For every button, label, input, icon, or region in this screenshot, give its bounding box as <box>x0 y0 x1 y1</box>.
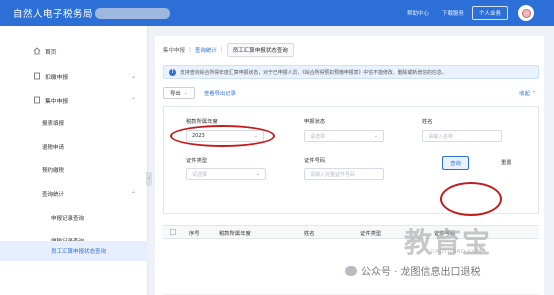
sidebar-item-home[interactable]: 首页 <box>0 41 148 61</box>
notice-text: 支持查询综合所得年度汇算申报状态，对于已申报人员，《综合所得预扣预缴申报表》中信… <box>180 69 447 76</box>
file-icon <box>33 96 41 104</box>
chevron-down-icon: ⌄ <box>183 90 188 96</box>
chevron-down-icon: ⌄ <box>255 171 260 177</box>
sidebar-item-query-stats[interactable]: 查询统计 ⌃ <box>0 184 148 204</box>
watermark-caption: 公众号 · 龙图信息出口退税 <box>345 263 481 278</box>
reset-button[interactable]: 重置 <box>501 158 512 166</box>
chevron-up-icon: ⌃ <box>130 96 136 104</box>
sidebar: 首页 扣缴申报 ⌄ 集中申报 ⌃ 报表填报 退税申请 预约缴税 查询统计 ⌃ 申… <box>0 26 148 295</box>
column-header-name: 姓名 <box>304 231 315 237</box>
annotation-oval-tax-year <box>170 125 275 147</box>
help-center-link[interactable]: 帮助中心 <box>407 9 429 17</box>
name-label: 姓名 <box>422 119 433 125</box>
sidebar-item-label: 查询统计 <box>42 192 65 198</box>
sidebar-item-label: 首页 <box>45 49 57 56</box>
column-header-id-type: 证件类型 <box>360 231 382 237</box>
id-type-label: 证件类型 <box>186 158 208 164</box>
file-icon <box>33 72 41 80</box>
declare-status-select[interactable]: 请选择 ⌄ <box>304 130 384 142</box>
watermark-caption-text: 公众号 · 龙图信息出口退税 <box>361 267 481 278</box>
declare-status-label: 申报状态 <box>304 119 326 125</box>
tax-year-label: 税款所属年度 <box>186 119 218 125</box>
chevron-down-icon: ⌄ <box>130 72 136 80</box>
annotation-oval-query <box>440 182 502 216</box>
wechat-icon <box>345 265 357 276</box>
sidebar-item-withholding[interactable]: 扣缴申报 ⌄ <box>0 66 148 86</box>
chevron-up-icon: ⌃ <box>130 190 136 198</box>
breadcrumb-item[interactable]: 查询统计 <box>195 46 217 54</box>
sidebar-item-declare-records[interactable]: 申报记录查询 <box>0 208 148 228</box>
view-export-records-link[interactable]: 查看导出记录 <box>204 89 236 97</box>
redacted-company-name <box>95 7 171 19</box>
column-header-tax-year: 税款所属年度 <box>219 231 251 237</box>
sidebar-item-label: 扣缴申报 <box>45 74 69 81</box>
column-header-index: 序号 <box>189 231 200 237</box>
info-icon: ! <box>169 68 176 76</box>
id-type-select[interactable]: 请选择 ⌄ <box>186 168 266 180</box>
notice-banner: ! 支持查询综合所得年度汇算申报状态，对于已申报人员，《综合所得预扣预缴申报表》… <box>163 65 539 79</box>
avatar[interactable] <box>518 5 534 21</box>
id-number-input[interactable]: 请输入完整证件号码 <box>304 168 384 180</box>
sidebar-item-refund[interactable]: 退税申请 <box>0 137 148 157</box>
sidebar-item-employee-settlement-status[interactable]: 员工汇算申报状态查询 <box>0 241 148 261</box>
home-icon <box>33 47 41 55</box>
id-number-placeholder: 请输入完整证件号码 <box>310 171 356 178</box>
breadcrumb-current-tab[interactable]: 员工汇算申报状态查询 <box>226 43 294 57</box>
sidebar-item-label: 集中申报 <box>45 98 69 105</box>
breadcrumb: 集中申报 | 查询统计 | 员工汇算申报状态查询 <box>163 43 294 57</box>
id-number-label: 证件号码 <box>304 158 326 164</box>
sidebar-item-tax-appointment[interactable]: 预约缴税 <box>0 160 148 180</box>
download-service-link[interactable]: 下载服务 <box>442 9 464 17</box>
sidebar-item-centralized[interactable]: 集中申报 ⌃ <box>0 90 148 110</box>
name-input[interactable]: 请输入名称 <box>422 130 502 142</box>
user-icon <box>521 8 531 18</box>
top-header: 自然人电子税务局 帮助中心 下载服务 个人业务 <box>0 0 554 26</box>
watermark-logo: 教育宝 <box>404 226 492 259</box>
header-actions: 帮助中心 下载服务 个人业务 <box>394 0 554 26</box>
app-title: 自然人电子税务局 <box>13 9 94 20</box>
select-all-checkbox[interactable] <box>170 229 176 235</box>
breadcrumb-item[interactable]: 集中申报 <box>163 46 185 54</box>
export-dropdown-button[interactable]: 导出 ⌄ <box>163 87 195 99</box>
breadcrumb-separator: | <box>220 47 223 53</box>
watermark-url: JIAOYUBAO.COM <box>431 249 483 255</box>
sidebar-item-report-fill[interactable]: 报表填报 <box>0 113 148 133</box>
sidebar-collapse-handle[interactable]: ‹ <box>146 172 152 186</box>
collapse-filter-link[interactable]: 收起 ⌃ <box>519 89 536 97</box>
chevron-down-icon: ⌄ <box>373 133 378 139</box>
query-button[interactable]: 查询 <box>442 156 469 170</box>
breadcrumb-separator: | <box>189 47 191 53</box>
export-label: 导出 <box>170 91 181 97</box>
personal-business-button[interactable]: 个人业务 <box>471 6 508 20</box>
declare-status-placeholder: 请选择 <box>310 133 326 140</box>
id-type-placeholder: 请选择 <box>192 171 208 178</box>
name-placeholder: 请输入名称 <box>428 133 454 140</box>
